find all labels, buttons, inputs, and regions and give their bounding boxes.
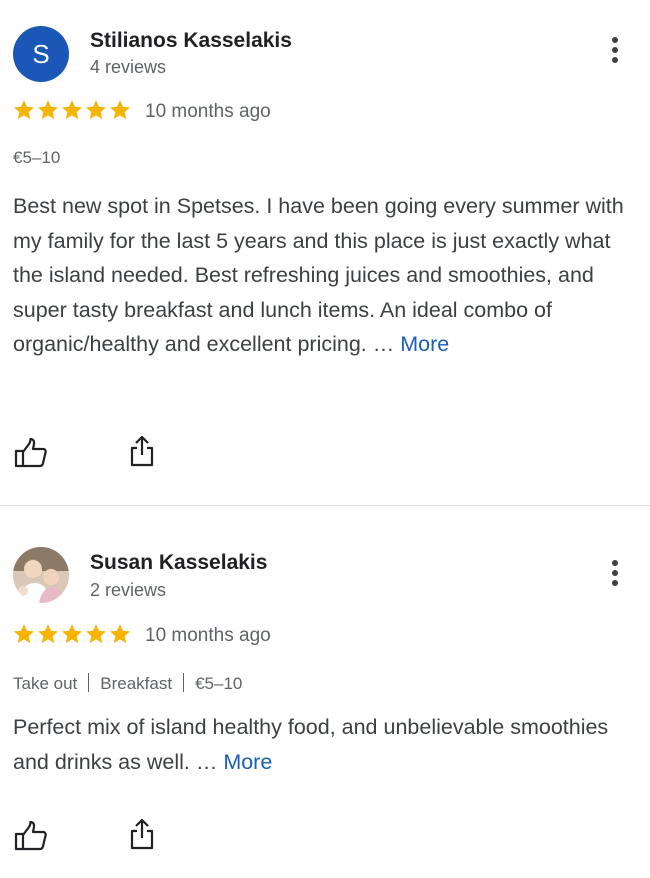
review-time: 10 months ago [145, 101, 271, 122]
review-text: Perfect mix of island healthy food, and … [13, 710, 633, 779]
more-link[interactable]: More [400, 332, 449, 356]
share-icon[interactable] [128, 434, 156, 468]
tag-separator [183, 673, 185, 692]
price-tag: €5–10 [195, 674, 243, 693]
star-icon [110, 100, 130, 120]
star-icon [86, 100, 106, 120]
meal-tag: Breakfast [100, 674, 173, 693]
more-vert-icon[interactable] [604, 557, 626, 593]
service-tag: Take out [13, 674, 78, 693]
review-card: Susan Kasselakis 2 reviews 10 months ago… [0, 507, 650, 878]
reviewer-name[interactable]: Susan Kasselakis [90, 551, 267, 575]
review-time: 10 months ago [145, 625, 271, 646]
star-icon [14, 624, 34, 644]
avatar-photo [13, 547, 69, 603]
share-icon[interactable] [128, 817, 156, 851]
star-icon [38, 624, 58, 644]
review-tags: Take out Breakfast €5–10 [13, 673, 242, 694]
star-icon [110, 624, 130, 644]
more-link[interactable]: More [223, 750, 272, 774]
review-text: Best new spot in Spetses. I have been go… [13, 189, 633, 362]
review-body: Best new spot in Spetses. I have been go… [13, 194, 624, 356]
review-divider [0, 505, 650, 506]
review-count: 4 reviews [90, 57, 167, 77]
star-icon [62, 100, 82, 120]
avatar-letter: S [32, 38, 50, 69]
tag-separator [88, 673, 90, 692]
thumbs-up-icon[interactable] [14, 437, 48, 469]
star-icon [62, 624, 82, 644]
price-tag: €5–10 [13, 148, 61, 167]
avatar[interactable] [13, 547, 69, 603]
review-card: S Stilianos Kasselakis 4 reviews 10 mont… [0, 0, 650, 505]
star-rating [12, 98, 132, 122]
more-vert-icon[interactable] [604, 34, 626, 70]
thumbs-up-icon[interactable] [14, 820, 48, 852]
star-rating [12, 622, 132, 646]
star-icon [38, 100, 58, 120]
review-tags: €5–10 [13, 148, 60, 168]
reviewer-name[interactable]: Stilianos Kasselakis [90, 29, 292, 53]
review-count: 2 reviews [90, 580, 167, 600]
review-body: Perfect mix of island healthy food, and … [13, 715, 609, 774]
avatar[interactable]: S [13, 26, 69, 82]
star-icon [86, 624, 106, 644]
star-icon [14, 100, 34, 120]
